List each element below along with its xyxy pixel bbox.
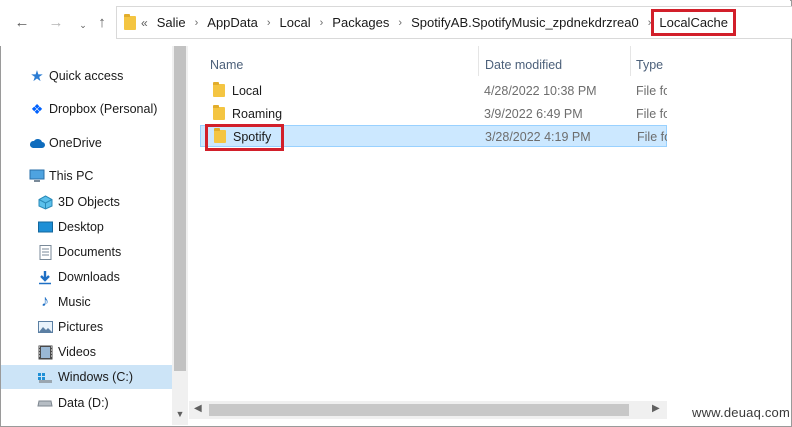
chevron-down-icon[interactable]: ▼ xyxy=(174,409,186,419)
sidebar-item-label: Dropbox (Personal) xyxy=(49,102,158,116)
watermark: www.deuaq.com xyxy=(692,405,790,420)
folder-icon xyxy=(124,14,136,30)
file-date: 4/28/2022 10:38 PM xyxy=(484,84,597,98)
sidebar-item-label: Downloads xyxy=(58,270,120,284)
chevron-down-icon[interactable]: ⌄ xyxy=(74,16,92,34)
sidebar-item-label: Windows (C:) xyxy=(58,370,134,384)
scrollbar-thumb[interactable] xyxy=(174,46,186,371)
sidebar-item-onedrive[interactable]: OneDrive xyxy=(1,131,172,155)
file-row-roaming[interactable]: Roaming 3/9/2022 6:49 PM File fo xyxy=(200,103,667,125)
folder-icon xyxy=(214,128,226,143)
sidebar-item-pictures[interactable]: Pictures xyxy=(1,315,172,339)
sidebar-item-this-pc[interactable]: This PC xyxy=(1,164,172,188)
download-icon xyxy=(37,269,53,285)
sidebar-item-music[interactable]: ♪ Music xyxy=(1,290,172,314)
breadcrumb-item-localcache[interactable]: LocalCache xyxy=(651,9,736,36)
file-date: 3/9/2022 6:49 PM xyxy=(484,107,583,121)
sidebar-item-documents[interactable]: Documents xyxy=(1,240,172,264)
address-bar[interactable]: « Salie › AppData › Local › Packages › S… xyxy=(116,6,792,39)
file-list: ⌃ Name Date modified Type Local 4/28/202… xyxy=(189,46,667,425)
sidebar-item-label: Desktop xyxy=(58,220,104,234)
breadcrumb-separator-icon[interactable]: › xyxy=(189,17,205,29)
sidebar-item-data-d[interactable]: Data (D:) xyxy=(1,391,172,415)
file-row-local[interactable]: Local 4/28/2022 10:38 PM File fo xyxy=(200,80,667,102)
dropbox-icon: ❖ xyxy=(30,100,44,117)
pictures-icon xyxy=(37,319,53,335)
column-divider[interactable] xyxy=(630,46,631,76)
file-name: Local xyxy=(232,84,262,98)
sidebar-item-label: Data (D:) xyxy=(58,396,109,410)
file-date: 3/28/2022 4:19 PM xyxy=(485,130,591,144)
music-icon: ♪ xyxy=(41,293,49,310)
sidebar-item-downloads[interactable]: Downloads xyxy=(1,265,172,289)
drive-icon xyxy=(37,395,53,411)
sidebar-item-3d-objects[interactable]: 3D Objects xyxy=(1,190,172,214)
sidebar-item-label: Pictures xyxy=(58,320,104,334)
sidebar-item-desktop[interactable]: Desktop xyxy=(1,215,172,239)
back-arrow-icon[interactable]: ← xyxy=(13,14,31,32)
3d-objects-icon xyxy=(37,194,53,210)
sidebar-item-label: 3D Objects xyxy=(58,195,120,209)
breadcrumb-overflow[interactable]: « xyxy=(141,16,148,30)
file-type: File fo xyxy=(636,84,667,98)
sidebar-scrollbar[interactable]: ▼ xyxy=(172,46,188,425)
column-header-date-modified[interactable]: Date modified xyxy=(485,52,562,78)
sidebar-item-label: Music xyxy=(58,295,91,309)
file-type: File fo xyxy=(637,130,667,144)
chevron-right-icon[interactable]: ▶ xyxy=(652,403,660,414)
breadcrumb-item-appdata[interactable]: AppData xyxy=(204,15,261,30)
breadcrumb: « Salie › AppData › Local › Packages › S… xyxy=(141,7,736,38)
sidebar-item-quick-access[interactable]: ★ Quick access xyxy=(1,64,172,88)
breadcrumb-item-spotify-package[interactable]: SpotifyAB.SpotifyMusic_zpdnekdrzrea0 xyxy=(408,15,642,30)
file-name: Spotify xyxy=(233,130,272,144)
forward-arrow-icon[interactable]: → xyxy=(47,14,65,32)
breadcrumb-item-salie[interactable]: Salie xyxy=(154,15,189,30)
column-header-name[interactable]: Name xyxy=(210,52,243,78)
breadcrumb-item-packages[interactable]: Packages xyxy=(329,15,392,30)
sidebar-item-label: OneDrive xyxy=(49,136,102,150)
sidebar-item-label: Documents xyxy=(58,245,122,259)
navigation-pane: ★ Quick access ❖ Dropbox (Personal) OneD… xyxy=(1,46,172,425)
file-row-spotify[interactable]: Spotify 3/28/2022 4:19 PM File fo xyxy=(200,125,667,147)
sidebar-item-dropbox[interactable]: ❖ Dropbox (Personal) xyxy=(1,97,172,121)
sort-ascending-icon: ⌃ xyxy=(337,46,345,52)
breadcrumb-separator-icon[interactable]: › xyxy=(261,17,277,29)
horizontal-scrollbar[interactable]: ◀ ▶ xyxy=(189,401,667,419)
breadcrumb-separator-icon[interactable]: › xyxy=(642,17,658,29)
folder-icon xyxy=(213,82,225,97)
column-divider[interactable] xyxy=(478,46,479,76)
star-icon: ★ xyxy=(30,68,44,85)
breadcrumb-item-local[interactable]: Local xyxy=(277,15,314,30)
cloud-icon xyxy=(29,135,45,151)
videos-icon xyxy=(37,344,53,360)
navigation-bar: ← → ⌄ ↑ « Salie › AppData › Local › Pack… xyxy=(0,0,792,46)
column-header-type[interactable]: Type xyxy=(636,52,663,78)
sidebar-item-windows-c[interactable]: Windows (C:) xyxy=(1,365,172,389)
documents-icon xyxy=(37,244,53,260)
up-arrow-icon[interactable]: ↑ xyxy=(93,14,111,32)
breadcrumb-separator-icon[interactable]: › xyxy=(314,17,330,29)
scrollbar-thumb[interactable] xyxy=(209,404,629,416)
file-type: File fo xyxy=(636,107,667,121)
computer-icon xyxy=(29,168,45,184)
sidebar-item-label: Quick access xyxy=(49,69,124,83)
folder-icon xyxy=(213,105,225,120)
chevron-left-icon[interactable]: ◀ xyxy=(194,403,202,414)
desktop-icon xyxy=(37,219,53,235)
sidebar-item-videos[interactable]: Videos xyxy=(1,340,172,364)
breadcrumb-separator-icon[interactable]: › xyxy=(392,17,408,29)
drive-icon xyxy=(37,369,53,385)
file-name: Roaming xyxy=(232,107,283,121)
sidebar-item-label: Videos xyxy=(58,345,96,359)
sidebar-item-label: This PC xyxy=(49,169,94,183)
